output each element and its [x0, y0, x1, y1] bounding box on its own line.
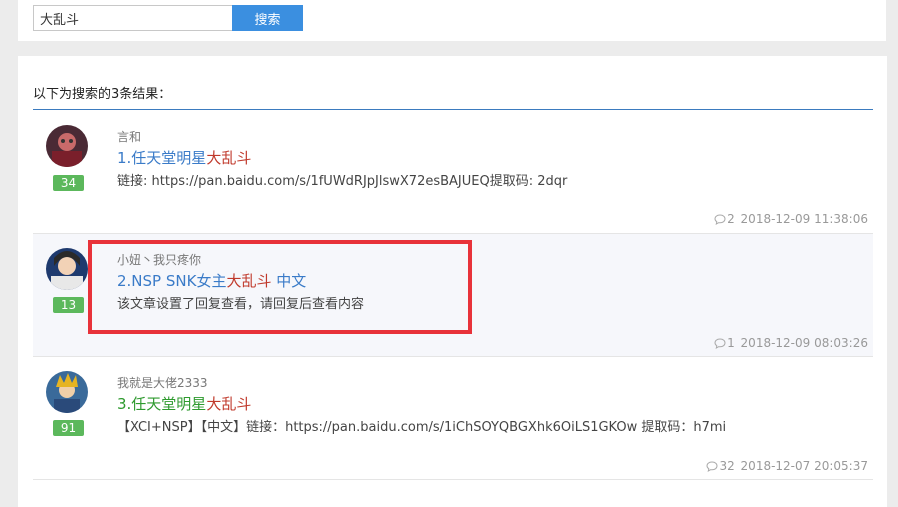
divider	[33, 109, 873, 110]
result-item: 34 言和 1.任天堂明星大乱斗 链接: https://pan.baidu.c…	[33, 113, 873, 234]
timestamp: 2018-12-09 08:03:26	[740, 336, 868, 350]
comment-icon	[706, 460, 718, 472]
result-item: 13 小妞丶我只疼你 2.NSP SNK女主大乱斗 中文 该文章设置了回复查看，…	[33, 234, 873, 357]
result-meta: 2 2018-12-09 11:38:06	[714, 212, 868, 226]
comment-count: 1	[727, 336, 735, 350]
search-bar: 搜索	[18, 0, 886, 41]
timestamp: 2018-12-07 20:05:37	[740, 459, 868, 473]
comment-icon	[714, 337, 726, 349]
avatar[interactable]	[46, 125, 88, 167]
result-meta: 1 2018-12-09 08:03:26	[714, 336, 868, 350]
result-meta: 32 2018-12-07 20:05:37	[706, 459, 868, 473]
comment-count: 32	[719, 459, 735, 473]
search-button[interactable]: 搜索	[232, 5, 303, 31]
author-name[interactable]: 我就是大佬2333	[117, 374, 208, 391]
result-title[interactable]: 2.NSP SNK女主大乱斗 中文	[117, 270, 306, 291]
result-excerpt: 该文章设置了回复查看，请回复后查看内容	[117, 297, 365, 312]
reply-count-badge: 13	[53, 297, 84, 313]
result-title[interactable]: 1.任天堂明星大乱斗	[117, 147, 251, 168]
search-input[interactable]	[33, 5, 233, 31]
comment-icon	[714, 213, 726, 225]
avatar[interactable]	[46, 248, 88, 290]
result-excerpt: 链接: https://pan.baidu.com/s/1fUWdRJpJlsw…	[117, 174, 568, 189]
results-header: 以下为搜索的3条结果：	[33, 87, 172, 102]
results-panel: 以下为搜索的3条结果： 34 言和 1.任天堂明星大乱斗 链接: https:/…	[18, 56, 887, 507]
timestamp: 2018-12-09 11:38:06	[740, 212, 868, 226]
author-name[interactable]: 小妞丶我只疼你	[117, 251, 201, 268]
reply-count-badge: 34	[53, 175, 84, 191]
result-item: 91 我就是大佬2333 3.任天堂明星大乱斗 【XCI+NSP】【中文】链接：…	[33, 357, 873, 480]
result-title[interactable]: 3.任天堂明星大乱斗	[117, 393, 251, 414]
comment-count: 2	[727, 212, 735, 226]
reply-count-badge: 91	[53, 420, 84, 436]
author-name[interactable]: 言和	[117, 128, 141, 145]
result-excerpt: 【XCI+NSP】【中文】链接：https://pan.baidu.com/s/…	[117, 420, 727, 435]
avatar[interactable]	[46, 371, 88, 413]
